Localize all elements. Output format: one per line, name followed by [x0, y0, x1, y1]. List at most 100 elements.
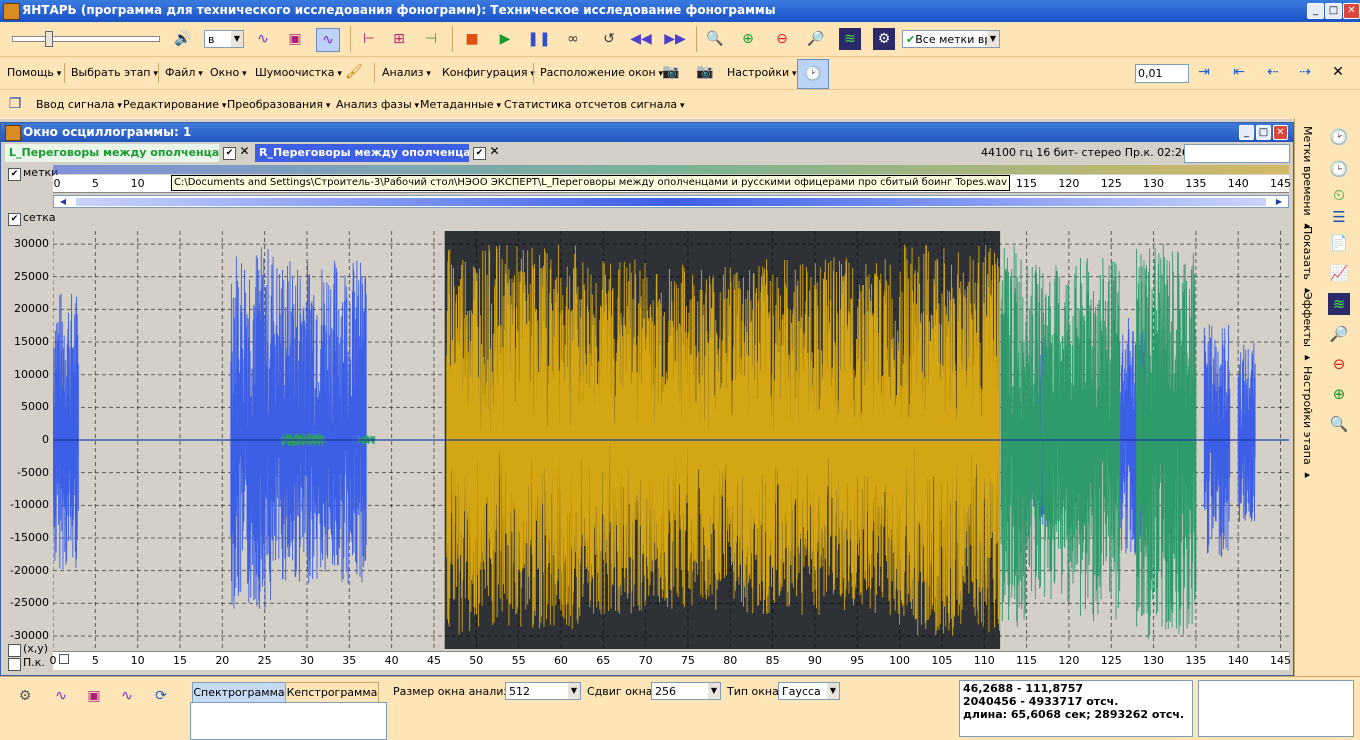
- waveform-select-icon[interactable]: ∿: [316, 28, 340, 52]
- chart-icon[interactable]: 📈: [1328, 262, 1350, 284]
- step-input[interactable]: 0,01: [1135, 64, 1189, 83]
- menu-analysis[interactable]: Анализ: [382, 66, 431, 79]
- horizontal-scrollbar[interactable]: ◀ ▶: [53, 195, 1289, 208]
- tab-right-channel[interactable]: R_Переговоры между ополченцами: [255, 144, 469, 162]
- notes-box[interactable]: [1198, 680, 1354, 737]
- refresh-icon[interactable]: ⟳: [150, 685, 172, 707]
- menu-meta[interactable]: Метаданные: [420, 98, 501, 111]
- menu-settings[interactable]: Настройки: [727, 66, 797, 79]
- clock-icon[interactable]: 🕑: [797, 59, 829, 89]
- clock-icon[interactable]: 🕑: [1328, 126, 1350, 148]
- clock-down-icon[interactable]: 🕒: [1328, 158, 1350, 180]
- windows-icon[interactable]: ❐: [4, 93, 26, 115]
- close-button[interactable]: ✕: [1273, 125, 1288, 140]
- waveform-tool-icon[interactable]: ∿: [50, 685, 72, 707]
- minimize-button[interactable]: _: [1239, 125, 1254, 140]
- arrow-left-end-icon[interactable]: ⇤: [1228, 61, 1250, 83]
- menu-edit[interactable]: Редактирование: [123, 98, 226, 111]
- zoom-selection-icon[interactable]: 🔎: [1328, 323, 1350, 345]
- left-channel-checkbox[interactable]: ✔: [223, 147, 236, 160]
- xy-checkbox[interactable]: [8, 644, 21, 657]
- spectrum-icon[interactable]: ≋: [839, 28, 861, 50]
- window-size-select[interactable]: 512 ▼: [505, 682, 581, 700]
- zoom-selection-icon[interactable]: 🔎: [805, 28, 827, 50]
- marker-right-icon[interactable]: ⊣: [420, 28, 442, 50]
- document-icon[interactable]: 📄: [1328, 232, 1350, 254]
- window-type-select[interactable]: Гаусса ▼: [778, 682, 840, 700]
- menu-file[interactable]: Файл: [165, 66, 203, 79]
- channel-mode-combo[interactable]: в ▼: [204, 30, 244, 48]
- close-icon[interactable]: ✕: [489, 145, 500, 157]
- close-icon[interactable]: ✕: [239, 145, 250, 157]
- tab-left-channel[interactable]: L_Переговоры между ополченцами: [5, 144, 219, 162]
- loop-icon[interactable]: ∞: [562, 28, 584, 50]
- scroll-right-icon[interactable]: ▶: [1272, 196, 1286, 207]
- scrollbar-track[interactable]: [76, 198, 1266, 206]
- menu-input[interactable]: Ввод сигнала: [36, 98, 122, 111]
- x-tick-label: 140: [1227, 654, 1249, 667]
- corner-box[interactable]: [59, 654, 69, 664]
- right-channel-checkbox[interactable]: ✔: [473, 147, 486, 160]
- camera-settings-icon[interactable]: 📷: [694, 61, 716, 83]
- arrow-left-icon[interactable]: ⇠: [1262, 61, 1284, 83]
- menu-layout[interactable]: Расположение окон: [540, 66, 663, 79]
- scroll-left-icon[interactable]: ◀: [56, 196, 70, 207]
- marker-both-icon[interactable]: ⊞: [388, 28, 410, 50]
- stop-icon[interactable]: ■: [461, 28, 483, 50]
- slider-thumb[interactable]: [45, 31, 53, 47]
- maximize-button[interactable]: □: [1325, 3, 1342, 19]
- shift-select[interactable]: 256 ▼: [651, 682, 721, 700]
- stage-settings-menu[interactable]: Настройки этапа ▸: [1301, 366, 1314, 481]
- tab-cepstrogram[interactable]: Кепстрограмма: [285, 682, 379, 703]
- marks-strip[interactable]: [53, 165, 1289, 174]
- show-menu[interactable]: Показать ▸: [1301, 226, 1314, 296]
- camera-icon[interactable]: 📷: [660, 61, 682, 83]
- zoom-out-icon[interactable]: ⊖: [1328, 353, 1350, 375]
- waveform-icon[interactable]: ∿: [252, 28, 274, 50]
- arrow-right-icon[interactable]: ⇢: [1294, 61, 1316, 83]
- zoom-fit-icon[interactable]: 🔍: [1328, 413, 1350, 435]
- menu-stats[interactable]: Статистика отсчетов сигнала: [504, 98, 685, 111]
- close-panel-icon[interactable]: ✕: [1327, 61, 1349, 83]
- menu-choose-stage[interactable]: Выбрать этап: [71, 66, 158, 79]
- volume-slider[interactable]: [12, 31, 160, 47]
- gear-icon[interactable]: ⚙: [14, 685, 36, 707]
- grid-checkbox[interactable]: ✔: [8, 213, 21, 226]
- menu-transform[interactable]: Преобразования: [227, 98, 330, 111]
- pk-checkbox[interactable]: [8, 658, 21, 671]
- marker-left-icon[interactable]: ⊢: [358, 28, 380, 50]
- waveform-edit-icon[interactable]: ∿: [116, 685, 138, 707]
- minimize-button[interactable]: _: [1307, 3, 1324, 19]
- maximize-button[interactable]: □: [1256, 125, 1271, 140]
- menu-help[interactable]: Помощь: [7, 66, 61, 79]
- return-icon[interactable]: ↺: [598, 28, 620, 50]
- play-icon[interactable]: ▶: [494, 28, 516, 50]
- tab-spectrogram[interactable]: Спектрограмма: [192, 682, 286, 703]
- time-marks-combo[interactable]: ✔Все метки вр ▼: [902, 30, 1000, 48]
- time-marks-menu[interactable]: Метки времени ▸: [1301, 126, 1314, 232]
- waveform-box-icon[interactable]: ▣: [284, 28, 306, 50]
- waveform-box-icon[interactable]: ▣: [83, 685, 105, 707]
- menu-config[interactable]: Конфигурация: [442, 66, 535, 79]
- effects-menu[interactable]: Эффекты ▸: [1301, 292, 1314, 364]
- speaker-icon[interactable]: 🔊: [172, 28, 194, 50]
- menu-noise[interactable]: Шумоочистка: [255, 66, 342, 79]
- waveform-plot[interactable]: [53, 231, 1289, 649]
- zoom-in-icon[interactable]: ⊕: [737, 28, 759, 50]
- menu-window[interactable]: Окно: [210, 66, 247, 79]
- waveform-icon[interactable]: ≋: [1328, 293, 1350, 315]
- zoom-in-icon[interactable]: ⊕: [1328, 383, 1350, 405]
- spectrum-settings-icon[interactable]: ⚙: [873, 28, 895, 50]
- rewind-icon[interactable]: ◀◀: [630, 28, 652, 50]
- brush-icon[interactable]: 🖌: [343, 61, 365, 83]
- close-button[interactable]: ✕: [1343, 3, 1360, 19]
- pause-icon[interactable]: ❚❚: [527, 28, 550, 50]
- zoom-fit-icon[interactable]: 🔍: [704, 28, 726, 50]
- menu-phase[interactable]: Анализ фазы: [336, 98, 419, 111]
- zoom-out-icon[interactable]: ⊖: [771, 28, 793, 50]
- clock-marks-icon[interactable]: ⏲: [1328, 184, 1350, 206]
- arrow-right-end-icon[interactable]: ⇥: [1193, 61, 1215, 83]
- list-icon[interactable]: ☰: [1328, 206, 1350, 228]
- marks-checkbox[interactable]: ✔: [8, 168, 21, 181]
- fast-forward-icon[interactable]: ▶▶: [664, 28, 686, 50]
